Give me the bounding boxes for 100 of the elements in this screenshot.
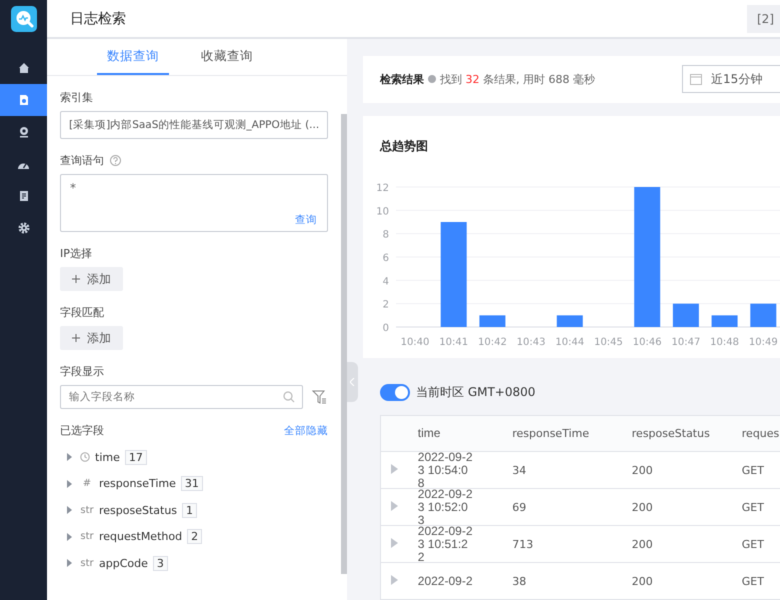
table-cell-text: GET	[742, 574, 765, 588]
info-icon	[428, 75, 436, 84]
add-button[interactable]: 添加	[60, 326, 123, 350]
x-tick-label: 10:43	[516, 336, 546, 348]
column-header: resposeStatus	[632, 427, 711, 440]
table-cell-text: GET	[742, 464, 765, 476]
settings-icon	[18, 222, 30, 234]
field-label: 字段显示	[60, 364, 105, 379]
scrollbar[interactable]	[341, 114, 347, 574]
x-tick-label: 10:40	[400, 336, 430, 348]
field-type: str	[80, 558, 94, 569]
toggle-switch[interactable]	[380, 384, 410, 401]
table-cell-text: 200	[632, 464, 654, 476]
table-cell-text: 2022-09-23 10:54:08	[418, 450, 474, 490]
help-icon[interactable]	[110, 155, 121, 166]
field-label: 查询语句	[60, 153, 104, 168]
webcam-icon	[18, 126, 30, 138]
expand-icon	[67, 453, 72, 462]
header-button[interactable]: [2]	[747, 4, 780, 32]
table-cell-text: 38	[512, 574, 528, 588]
table-cell-text: 2022-09-2	[418, 574, 474, 588]
bar	[672, 303, 699, 327]
result-label: 检索结果	[380, 72, 424, 87]
filter-icon[interactable]	[312, 390, 327, 404]
field-label: IP选择	[60, 246, 93, 261]
field-count: 2	[187, 529, 202, 544]
y-tick-label: 6	[382, 252, 389, 264]
y-tick-label: 8	[382, 229, 389, 240]
x-tick-label: 10:49	[748, 336, 778, 348]
field-search-input[interactable]: 输入字段名称	[60, 385, 303, 409]
field-count: 1	[182, 502, 198, 518]
field-name: time	[95, 450, 120, 464]
field-type: str	[80, 504, 94, 516]
report-icon	[18, 190, 30, 202]
x-tick-label: 10:47	[671, 336, 700, 348]
timezone-label: 当前时区 GMT+0800	[416, 384, 536, 401]
table-cell-text: 200	[632, 574, 654, 588]
field-item[interactable]: time 17	[60, 444, 328, 470]
collapse-handle[interactable]	[347, 362, 358, 402]
y-tick-label: 0	[382, 322, 389, 334]
column-header: reques	[742, 427, 780, 440]
logo-icon	[10, 6, 36, 32]
section-label: 已选字段	[60, 423, 104, 438]
add-button[interactable]: 添加	[60, 267, 123, 291]
page-title: 日志检索	[70, 10, 126, 28]
document-icon	[18, 94, 30, 106]
field-item[interactable]: # responseTime 31	[60, 470, 328, 497]
table-cell-text: GET	[742, 538, 765, 550]
plus-icon	[72, 334, 80, 342]
y-tick-label: 10	[376, 206, 389, 217]
field-name: requestMethod	[99, 530, 182, 544]
tab[interactable]: 收藏查询	[191, 39, 263, 75]
date-range-picker[interactable]: 近15分钟	[682, 65, 780, 94]
y-tick-label: 4	[382, 276, 389, 287]
chevron-left-icon	[350, 378, 355, 386]
table-cell-text: 34	[512, 464, 528, 476]
chart-title: 总趋势图	[380, 138, 429, 155]
table-cell-text: 69	[512, 500, 528, 514]
y-tick-label: 12	[376, 182, 389, 194]
field-count: 17	[124, 450, 147, 465]
field-item[interactable]: str resposeStatus 1	[60, 497, 328, 524]
field-item[interactable]: str requestMethod 2	[60, 524, 328, 550]
field-item[interactable]: str appCode 3	[60, 550, 328, 576]
x-tick-label: 10:48	[710, 336, 740, 348]
column-header: responseTime	[512, 427, 590, 440]
query-text: *	[70, 181, 76, 195]
table-cell-text: 200	[632, 500, 654, 514]
field-name: responseTime	[99, 477, 176, 490]
table-cell-text: 713	[512, 538, 534, 550]
field-name: appCode	[99, 556, 148, 570]
index-set-select[interactable]: [采集项]内部SaaS的性能基线可观测_APPO地址 (...	[60, 111, 328, 139]
query-link[interactable]: 查询	[295, 213, 317, 227]
field-type: str	[80, 531, 94, 542]
field-count: 31	[180, 476, 203, 492]
hide-all-link[interactable]: 全部隐藏	[284, 424, 328, 438]
search-icon	[283, 391, 295, 403]
x-tick-label: 10:41	[439, 336, 468, 348]
field-count: 3	[152, 556, 168, 571]
clock-icon	[80, 452, 90, 462]
x-tick-label: 10:42	[478, 336, 507, 348]
expand-icon	[67, 480, 72, 488]
calendar-icon	[690, 73, 702, 86]
expand-icon	[67, 532, 72, 541]
x-tick-label: 10:46	[632, 336, 662, 348]
field-name: resposeStatus	[99, 504, 178, 517]
table-cell-text: 2022-09-23 10:52:03	[418, 488, 474, 526]
table-cell-text: 200	[632, 538, 654, 550]
table-cell-text: 2022-09-23 10:51:22	[418, 524, 474, 564]
field-type: #	[82, 478, 92, 490]
bar	[556, 315, 583, 327]
expand-icon	[67, 506, 72, 514]
table-cell-text: GET	[742, 500, 765, 514]
query-input[interactable]: * 查询	[60, 174, 328, 232]
x-tick-label: 10:45	[594, 336, 623, 348]
field-label: 字段匹配	[60, 305, 105, 320]
column-header: time	[418, 427, 442, 440]
bar	[750, 303, 776, 327]
y-tick-label: 2	[382, 299, 389, 310]
home-icon	[18, 62, 30, 74]
expand-icon	[67, 559, 72, 568]
